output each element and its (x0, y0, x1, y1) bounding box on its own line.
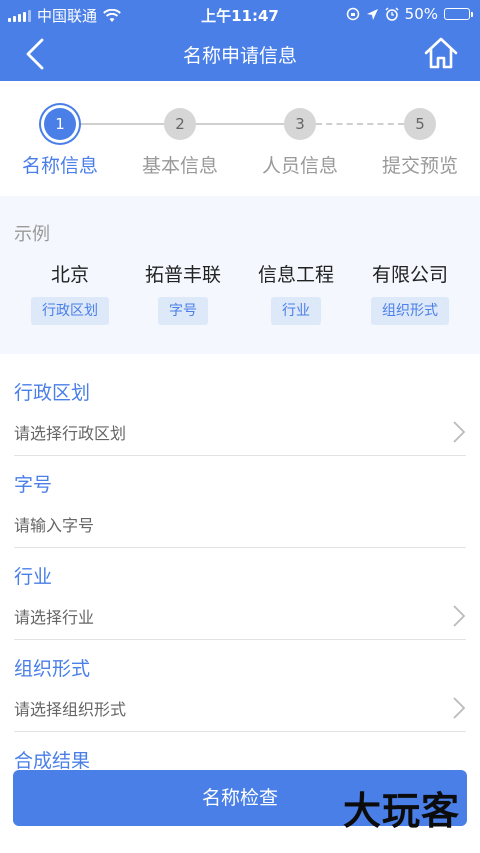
step-connector (196, 123, 284, 125)
progress-steps: 1 2 3 5 名称信息 基本信息 人员信息 提交预览 (0, 81, 480, 196)
field-trade-name[interactable]: 字号 请输入字号 (14, 456, 466, 548)
industry-select[interactable]: 请选择行业 (14, 604, 94, 628)
example-word: 有限公司 (371, 264, 448, 286)
alarm-icon (385, 7, 399, 21)
example-tag: 行业 (271, 297, 321, 325)
step-1-label[interactable]: 名称信息 (0, 151, 120, 178)
page-title: 名称申请信息 (182, 45, 297, 67)
watermark-logo: 大玩客 (342, 788, 460, 833)
example-word: 信息工程 (257, 264, 334, 286)
step-3-label[interactable]: 人员信息 (240, 151, 360, 178)
home-icon[interactable] (422, 34, 460, 72)
orientation-lock-icon (346, 7, 359, 21)
step-connector (316, 123, 404, 125)
step-connector (76, 123, 164, 125)
field-label: 组织形式 (14, 658, 91, 680)
battery-icon (444, 8, 473, 20)
field-label: 行政区划 (14, 382, 91, 404)
chevron-right-icon[interactable] (452, 696, 466, 720)
field-region[interactable]: 行政区划 请选择行政区划 (14, 364, 466, 456)
example-section: 示例 北京 行政区划 拓普丰联 字号 信息工程 行业 有限公司 组织形式 (0, 196, 480, 354)
region-select[interactable]: 请选择行政区划 (14, 420, 126, 444)
battery-percent: 50% (404, 5, 438, 23)
chevron-right-icon[interactable] (452, 604, 466, 628)
example-item: 信息工程 行业 (236, 260, 356, 325)
field-label: 合成结果 (14, 750, 91, 772)
status-bar: 中国联通 上午11:47 50% (0, 0, 480, 28)
example-tag: 字号 (158, 297, 208, 325)
step-5-label[interactable]: 提交预览 (360, 151, 480, 178)
step-1-circle[interactable]: 1 (44, 108, 76, 140)
step-2-label[interactable]: 基本信息 (120, 151, 240, 178)
example-tag: 组织形式 (371, 297, 449, 325)
example-word: 拓普丰联 (144, 264, 221, 286)
example-title: 示例 (14, 224, 50, 245)
example-item: 拓普丰联 字号 (123, 260, 243, 325)
example-item: 有限公司 组织形式 (350, 260, 470, 325)
example-item: 北京 行政区划 (10, 260, 130, 325)
example-tag: 行政区划 (31, 297, 109, 325)
example-word: 北京 (50, 264, 89, 286)
step-3-circle[interactable]: 3 (284, 108, 316, 140)
nav-bar: 名称申请信息 (0, 28, 480, 81)
field-industry[interactable]: 行业 请选择行业 (14, 548, 466, 640)
status-bar-right: 50% (346, 5, 473, 23)
step-2-circle[interactable]: 2 (164, 108, 196, 140)
location-icon (366, 8, 378, 20)
field-label: 行业 (14, 566, 53, 588)
step-5-circle[interactable]: 5 (404, 108, 436, 140)
org-form-select[interactable]: 请选择组织形式 (14, 696, 126, 720)
trade-name-input[interactable]: 请输入字号 (14, 512, 94, 536)
chevron-right-icon[interactable] (452, 420, 466, 444)
field-org-form[interactable]: 组织形式 请选择组织形式 (14, 640, 466, 732)
field-label: 字号 (14, 474, 53, 496)
